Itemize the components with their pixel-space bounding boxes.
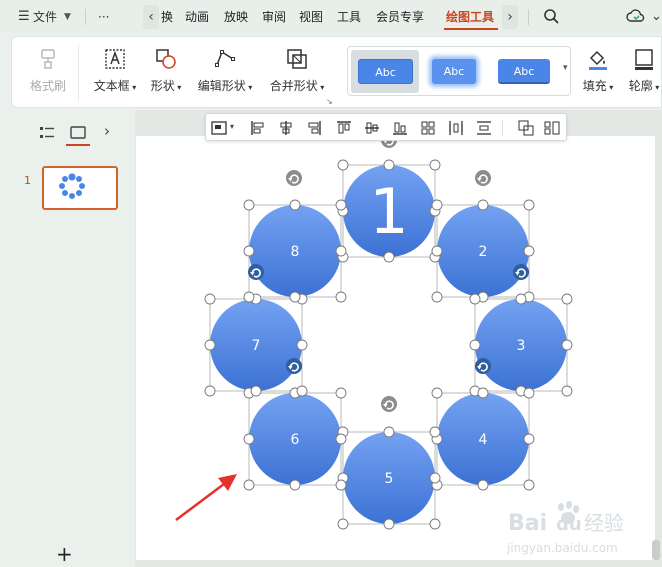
- circle-label: 5: [385, 471, 394, 487]
- resize-handle[interactable]: [523, 479, 535, 491]
- rotate-handle-icon[interactable]: [475, 170, 491, 186]
- circle-label: 1: [369, 175, 408, 248]
- resize-handle[interactable]: [469, 293, 481, 305]
- vertical-scrollbar[interactable]: [652, 540, 660, 560]
- resize-handle[interactable]: [429, 472, 441, 484]
- resize-handle[interactable]: [431, 387, 443, 399]
- circle-shape-5[interactable]: 5: [343, 432, 435, 524]
- resize-handle[interactable]: [335, 433, 347, 445]
- circle-shape-2[interactable]: 2: [437, 205, 529, 297]
- resize-handle[interactable]: [337, 159, 349, 171]
- circle-label: 2: [479, 244, 488, 260]
- resize-handle[interactable]: [515, 293, 527, 305]
- resize-handle[interactable]: [383, 518, 395, 530]
- resize-handle[interactable]: [204, 385, 216, 397]
- rotate-handle-icon[interactable]: [286, 170, 302, 186]
- resize-handle[interactable]: [335, 387, 347, 399]
- resize-handle[interactable]: [335, 245, 347, 257]
- resize-handle[interactable]: [296, 339, 308, 351]
- circle-label: 3: [517, 338, 526, 354]
- group-icon[interactable]: [518, 120, 534, 136]
- resize-handle[interactable]: [431, 291, 443, 303]
- separator: [502, 120, 503, 136]
- resize-handle[interactable]: [296, 385, 308, 397]
- resize-handle[interactable]: [523, 433, 535, 445]
- resize-handle[interactable]: [243, 199, 255, 211]
- rotate-handle-icon[interactable]: [248, 264, 264, 280]
- resize-handle[interactable]: [523, 387, 535, 399]
- resize-handle[interactable]: [561, 385, 573, 397]
- circle-shape-1[interactable]: 1: [343, 165, 435, 257]
- circle-shape-4[interactable]: 4: [437, 393, 529, 485]
- baidu-watermark: Bai du 经验 jingyan.baidu.com: [506, 501, 624, 555]
- resize-handle[interactable]: [523, 199, 535, 211]
- align-center-icon[interactable]: [278, 120, 294, 136]
- circle-shape-8[interactable]: 8: [249, 205, 341, 297]
- watermark-url: jingyan.baidu.com: [506, 541, 618, 555]
- resize-handle[interactable]: [335, 291, 347, 303]
- circle-shape-7[interactable]: 7: [210, 299, 302, 391]
- annotation-arrow: [175, 474, 237, 521]
- select-pane-icon[interactable]: [211, 120, 227, 136]
- resize-handle[interactable]: [561, 339, 573, 351]
- circle-shape-6[interactable]: 6: [249, 393, 341, 485]
- resize-handle[interactable]: [477, 479, 489, 491]
- resize-handle[interactable]: [243, 291, 255, 303]
- resize-handle[interactable]: [335, 479, 347, 491]
- watermark-suffix: 经验: [584, 511, 624, 535]
- resize-handle[interactable]: [289, 479, 301, 491]
- distribute-vertical-icon[interactable]: [476, 120, 492, 136]
- align-left-icon[interactable]: [250, 120, 266, 136]
- resize-handle[interactable]: [429, 426, 441, 438]
- watermark-brand: Bai: [508, 511, 547, 536]
- resize-handle[interactable]: [250, 385, 262, 397]
- resize-handle[interactable]: [561, 293, 573, 305]
- resize-handle[interactable]: [431, 245, 443, 257]
- circle-label: 6: [291, 432, 300, 448]
- resize-handle[interactable]: [429, 159, 441, 171]
- resize-handle[interactable]: [243, 433, 255, 445]
- resize-handle[interactable]: [383, 426, 395, 438]
- distribute-horizontal-icon[interactable]: [448, 120, 464, 136]
- circle-label: 8: [291, 244, 300, 260]
- circle-shape-3[interactable]: 3: [475, 299, 567, 391]
- rotate-handle-icon[interactable]: [475, 358, 491, 374]
- align-right-icon[interactable]: [306, 120, 322, 136]
- resize-handle[interactable]: [469, 339, 481, 351]
- chevron-down-icon[interactable]: ▾: [230, 122, 234, 131]
- align-middle-icon[interactable]: [364, 120, 380, 136]
- resize-handle[interactable]: [431, 199, 443, 211]
- circle-label: 7: [252, 338, 261, 354]
- slide-shapes-layer: 1 2 3 4 5 6 7 8 Bai du 经验 jingyan.baidu.com: [175, 132, 624, 555]
- rotate-handle-icon[interactable]: [513, 264, 529, 280]
- resize-handle[interactable]: [477, 387, 489, 399]
- resize-handle[interactable]: [243, 479, 255, 491]
- resize-handle[interactable]: [429, 518, 441, 530]
- alignment-toolbar: ▾: [205, 113, 567, 141]
- resize-handle[interactable]: [289, 199, 301, 211]
- layout-icon[interactable]: [544, 120, 560, 136]
- resize-handle[interactable]: [383, 251, 395, 263]
- distribute-grid-icon[interactable]: [420, 120, 436, 136]
- resize-handle[interactable]: [204, 339, 216, 351]
- resize-handle[interactable]: [477, 199, 489, 211]
- circle-label: 4: [479, 432, 488, 448]
- resize-handle[interactable]: [335, 199, 347, 211]
- resize-handle[interactable]: [243, 245, 255, 257]
- resize-handle[interactable]: [289, 291, 301, 303]
- watermark-brand-2: du: [556, 514, 582, 535]
- rotate-handle-icon[interactable]: [381, 396, 397, 412]
- resize-handle[interactable]: [337, 518, 349, 530]
- align-bottom-icon[interactable]: [392, 120, 408, 136]
- resize-handle[interactable]: [383, 159, 395, 171]
- rotate-handle-icon[interactable]: [286, 358, 302, 374]
- align-top-icon[interactable]: [336, 120, 352, 136]
- resize-handle[interactable]: [523, 245, 535, 257]
- resize-handle[interactable]: [204, 293, 216, 305]
